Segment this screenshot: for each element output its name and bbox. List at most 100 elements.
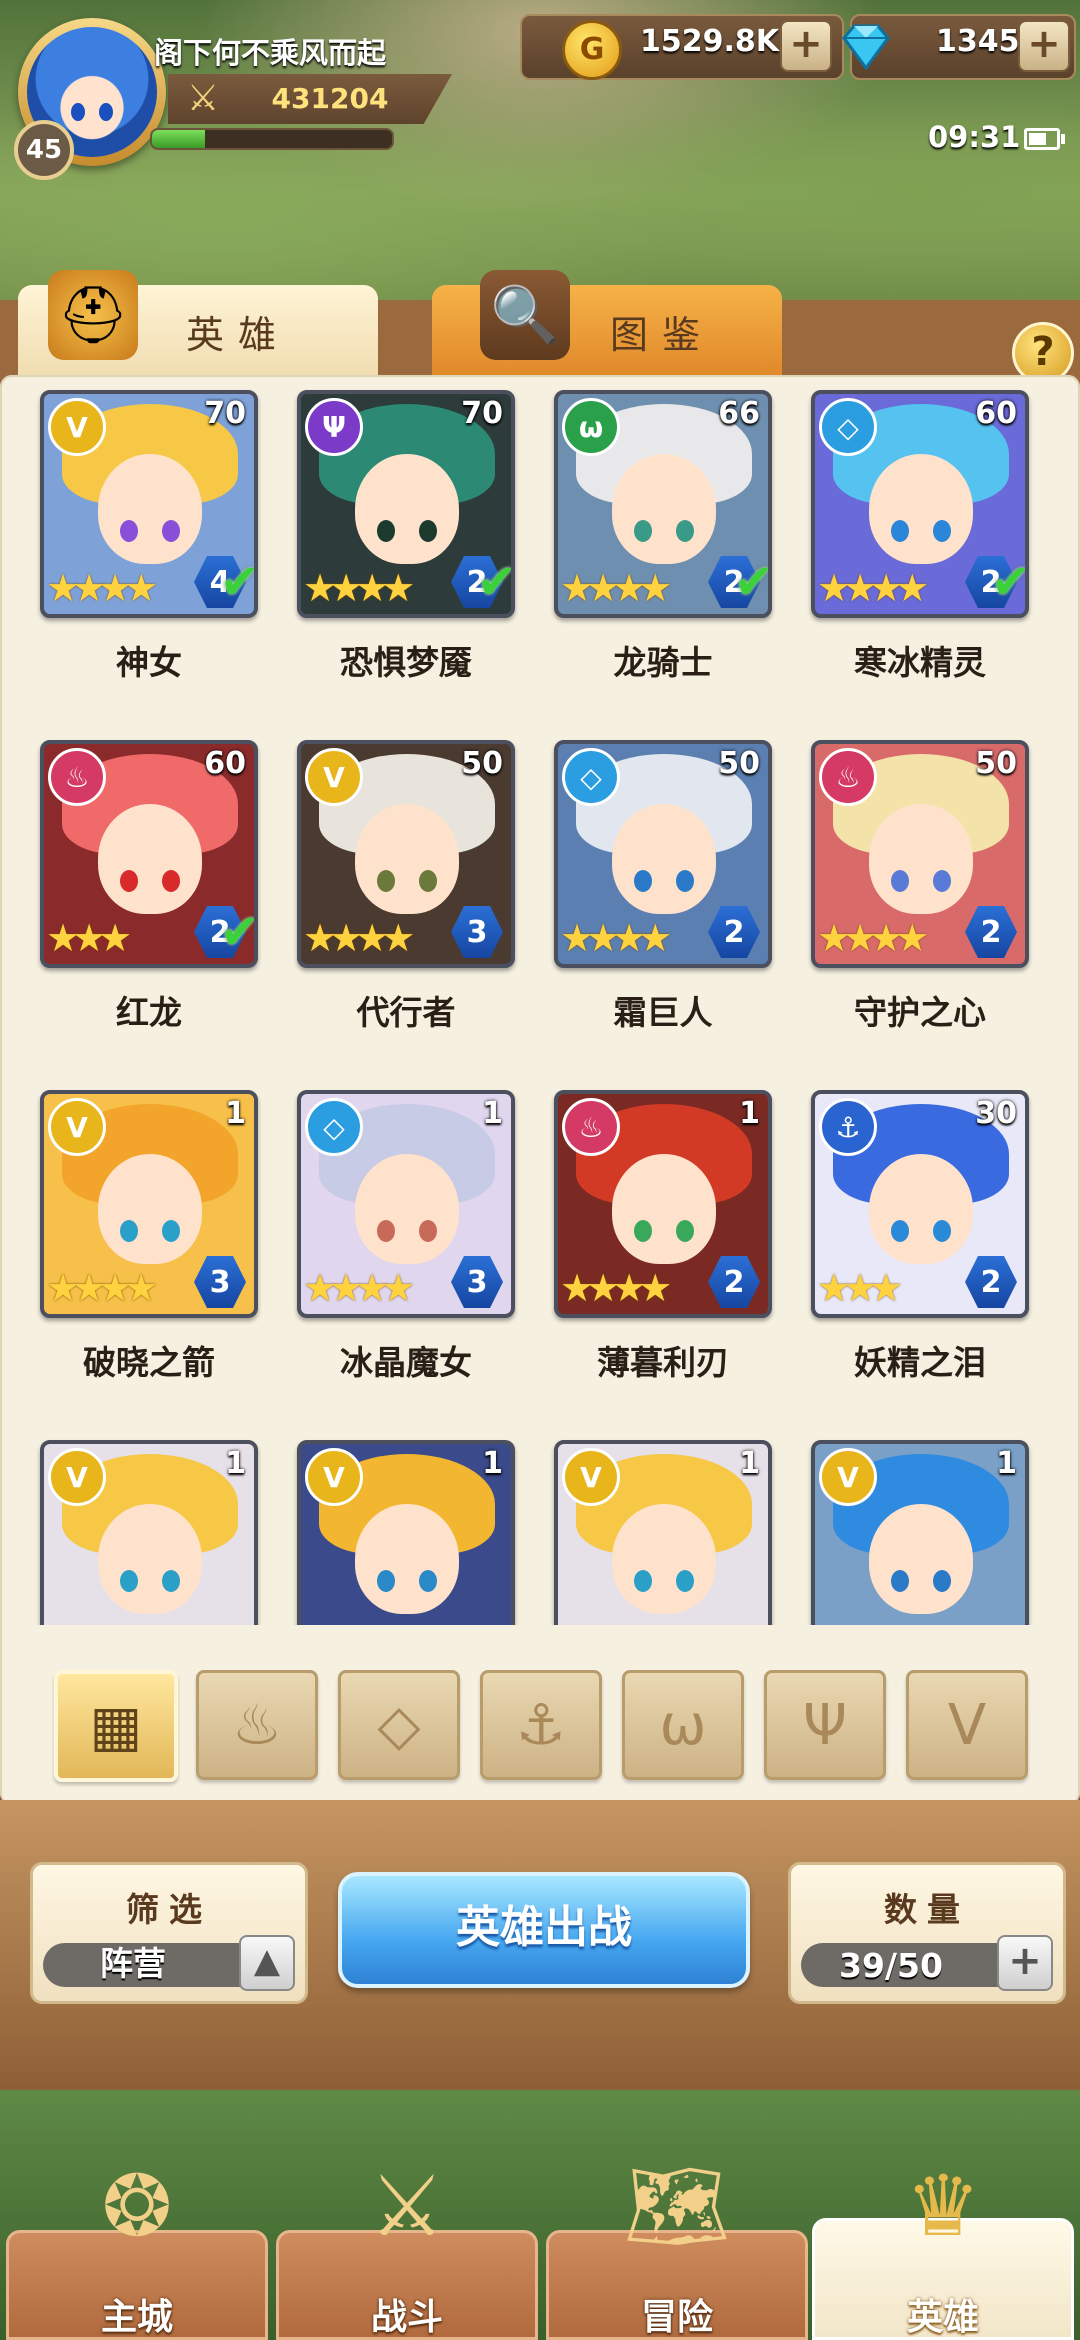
dark-faction-icon: Ψ [305, 398, 363, 456]
hero-card[interactable]: ♨ 1 ★★★★ 2 [554, 1090, 772, 1318]
hero-card[interactable]: ◇ 1 ★★★★ 3 [297, 1090, 515, 1318]
hero-card[interactable]: V 70 ★★★★ 4 ✔ [40, 390, 258, 618]
hero-eye [676, 1570, 694, 1592]
fire-faction-icon: ♨ [48, 748, 106, 806]
hero-face [869, 1154, 973, 1264]
nav-label: 冒险 [640, 2297, 713, 2338]
hero-card[interactable]: ω 66 ★★★★ 2 ✔ [554, 390, 772, 618]
deployed-check-icon: ✔ [476, 554, 515, 610]
hero-name: 守护之心 [854, 993, 986, 1032]
experience-fill [152, 130, 205, 148]
filter-value: 阵营 [100, 1944, 166, 1983]
star-rating: ★★★★ [303, 916, 415, 960]
hero-card[interactable]: V1 [40, 1440, 258, 1625]
hero-face [869, 804, 973, 914]
hero-eye [933, 1220, 951, 1242]
expand-capacity-button[interactable]: + [997, 1935, 1053, 1991]
count-title: 数量 [884, 1890, 970, 1929]
gem-amount: 1345 [936, 24, 1020, 59]
hero-eye [634, 520, 652, 542]
city-crystal-icon: ❂ [101, 2157, 173, 2255]
hero-level: 1 [225, 1446, 246, 1481]
fire-filter-icon[interactable]: ♨ [196, 1670, 318, 1780]
hero-face [355, 1154, 459, 1264]
water-faction-icon: ◇ [562, 748, 620, 806]
count-control: 数量 39/50 + [788, 1862, 1066, 2004]
hero-eye [634, 1220, 652, 1242]
hero-card[interactable]: V1 [554, 1440, 772, 1625]
star-rating: ★★★ [817, 1266, 903, 1310]
star-rating: ★★★ [46, 916, 132, 960]
hero-grid: V 70 ★★★★ 4 ✔ 神女 Ψ 70 ★★★★ 2 ✔ 恐惧梦魇 ω 66 ★★★★ 2 ✔ 龙骑士 ◇ 60 ★… [0, 375, 1080, 1625]
hero-eye [120, 1570, 138, 1592]
hero-card[interactable]: V 50 ★★★★ 3 [297, 740, 515, 968]
hero-eye [891, 1570, 909, 1592]
hero-eye [377, 1220, 395, 1242]
light-faction-icon: V [305, 748, 363, 806]
add-gems-button[interactable]: + [1018, 20, 1070, 72]
hero-face [98, 1154, 202, 1264]
hero-card[interactable]: ◇ 50 ★★★★ 2 [554, 740, 772, 968]
water-filter-icon[interactable]: ◇ [338, 1670, 460, 1780]
hero-card[interactable]: Ψ 70 ★★★★ 2 ✔ [297, 390, 515, 618]
avatar-eye [99, 103, 113, 121]
hero-eye [676, 870, 694, 892]
light-filter-icon[interactable]: V [906, 1670, 1028, 1780]
hero-eye [419, 870, 437, 892]
hero-face [612, 1504, 716, 1614]
avatar-eye [71, 103, 85, 121]
dark-filter-icon[interactable]: Ψ [764, 1670, 886, 1780]
hero-eye [377, 870, 395, 892]
light-faction-icon: V [305, 1448, 363, 1506]
hero-level: 60 [204, 746, 246, 781]
battery-icon [1024, 128, 1065, 150]
hero-card[interactable]: V 1 ★★★★ 3 [40, 1090, 258, 1318]
hero-face [612, 804, 716, 914]
map-scroll-icon: 🗺 [623, 2157, 731, 2255]
hero-level: 60 [975, 396, 1017, 431]
hero-face [612, 1154, 716, 1264]
anchor-filter-icon[interactable]: ⚓ [480, 1670, 602, 1780]
hero-name: 代行者 [356, 993, 456, 1032]
hero-eye [377, 1570, 395, 1592]
hero-level: 50 [461, 746, 503, 781]
hero-eye [891, 520, 909, 542]
hero-eye [634, 1570, 652, 1592]
gold-coin-icon: G [562, 20, 622, 80]
hero-level: 1 [996, 1446, 1017, 1481]
hero-face [98, 804, 202, 914]
hero-card[interactable]: ◇ 60 ★★★★ 2 ✔ [811, 390, 1029, 618]
filter-control: 筛选 阵营 ▲ [30, 1862, 308, 2004]
hero-face [98, 1504, 202, 1614]
light-faction-icon: V [48, 1448, 106, 1506]
light-faction-icon: V [48, 398, 106, 456]
hero-card[interactable]: ♨ 50 ★★★★ 2 [811, 740, 1029, 968]
hero-eye [933, 520, 951, 542]
hero-card[interactable]: V1 [811, 1440, 1029, 1625]
hero-card[interactable]: ⚓ 30 ★★★ 2 [811, 1090, 1029, 1318]
hero-name: 妖精之泪 [854, 1343, 986, 1382]
hero-name: 神女 [116, 643, 182, 682]
all-grid-icon[interactable]: ▦ [54, 1670, 178, 1782]
beast-filter-icon[interactable]: ω [622, 1670, 744, 1780]
hero-level: 66 [718, 396, 760, 431]
hero-card[interactable]: V1 [297, 1440, 515, 1625]
hero-eye [120, 870, 138, 892]
combat-power-value: 431204 [271, 82, 389, 115]
hero-eye [377, 520, 395, 542]
hero-card[interactable]: ♨ 60 ★★★ 2 ✔ [40, 740, 258, 968]
star-rating: ★★★★ [303, 1266, 415, 1310]
star-rating: ★★★★ [817, 916, 929, 960]
deploy-heroes-button[interactable]: 英雄出战 [338, 1872, 750, 1988]
add-coins-button[interactable]: + [780, 20, 832, 72]
filter-toggle-button[interactable]: ▲ [239, 1935, 295, 1991]
hero-name: 恐惧梦魇 [340, 643, 472, 682]
beast-faction-icon: ω [562, 398, 620, 456]
hero-level: 1 [225, 1096, 246, 1131]
filter-title: 筛选 [126, 1890, 212, 1929]
knight-helmet-icon: ⛑ [48, 270, 138, 360]
hero-face [98, 454, 202, 564]
nav-label: 主城 [100, 2297, 173, 2338]
hero-name: 冰晶魔女 [340, 1343, 472, 1382]
hero-eye [120, 1220, 138, 1242]
